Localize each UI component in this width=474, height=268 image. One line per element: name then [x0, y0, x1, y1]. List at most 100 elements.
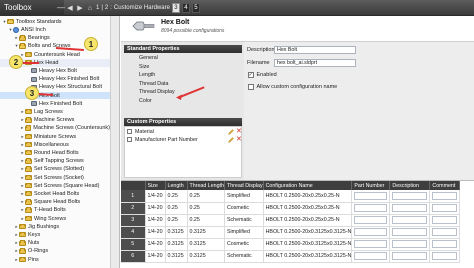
table-row[interactable]: 5 1/4-20 0.3125 0.3125 Cosmetic HBOLT 0.2500-…: [121, 238, 461, 251]
allow-custom-checkbox[interactable]: [248, 84, 254, 90]
tree-item[interactable]: Heavy Hex Finished Bolt: [0, 75, 110, 83]
table-cell-editable[interactable]: [351, 238, 391, 251]
table-cell-editable[interactable]: [351, 190, 391, 203]
table-cell-input[interactable]: [354, 240, 388, 248]
table-cell-input[interactable]: [432, 216, 458, 224]
table-cell-input[interactable]: [432, 204, 458, 212]
table-cell-editable[interactable]: [429, 250, 461, 263]
table-cell-input[interactable]: [432, 228, 458, 236]
standard-property-item[interactable]: Color: [124, 98, 242, 105]
standard-property-item[interactable]: General: [124, 55, 242, 62]
table-column-header[interactable]: Configuration Name: [263, 181, 353, 190]
table-cell-editable[interactable]: [351, 250, 391, 263]
table-cell-editable[interactable]: [389, 190, 431, 203]
table-cell-input[interactable]: [392, 228, 428, 236]
table-cell-editable[interactable]: [429, 202, 461, 215]
table-cell-input[interactable]: [354, 204, 388, 212]
custom-property-item[interactable]: Material ✕: [124, 128, 242, 135]
tree-item[interactable]: ▸ Set Screws (Socket): [0, 174, 110, 182]
table-cell-input[interactable]: [392, 204, 428, 212]
tree-item[interactable]: ▸ Machine Screws: [0, 116, 110, 124]
tree-item[interactable]: ▸ Self Tapping Screws: [0, 157, 110, 165]
tree-item[interactable]: ▾ ANSI Inch: [0, 26, 110, 34]
table-cell-input[interactable]: [354, 191, 388, 200]
expand-arrow-icon[interactable]: ▸: [20, 125, 25, 131]
breadcrumb-step-2[interactable]: 2: [105, 5, 108, 11]
enabled-checkbox[interactable]: ✓: [248, 72, 254, 78]
home-icon[interactable]: ⌂: [86, 3, 94, 13]
standard-property-item[interactable]: Length: [124, 72, 242, 79]
delete-icon[interactable]: ✕: [236, 128, 242, 135]
table-cell-input[interactable]: [392, 240, 428, 248]
table-cell-editable[interactable]: [351, 214, 391, 227]
edit-pencil-icon[interactable]: [228, 136, 234, 143]
table-column-header[interactable]: Description: [389, 181, 431, 190]
row-number[interactable]: 1: [121, 190, 146, 203]
tree-item[interactable]: ▸ Set Screws (Square Head): [0, 182, 110, 190]
tree-item[interactable]: ▸ Socket Head Bolts: [0, 190, 110, 198]
table-cell-input[interactable]: [354, 252, 388, 260]
edit-pencil-icon[interactable]: [228, 128, 234, 135]
tree-item[interactable]: ▸ Machine Screws (Countersunk): [0, 125, 110, 133]
table-cell-input[interactable]: [392, 216, 428, 224]
table-row[interactable]: 2 1/4-20 0.25 0.25 Cosmetic HBOLT 0.2500-20x0…: [121, 202, 461, 215]
table-cell-editable[interactable]: [429, 238, 461, 251]
table-cell-input[interactable]: [354, 228, 388, 236]
custom-property-checkbox[interactable]: [127, 129, 132, 134]
row-number[interactable]: 6: [121, 250, 146, 263]
table-cell-editable[interactable]: [389, 226, 431, 239]
table-cell-input[interactable]: [432, 252, 458, 260]
table-cell-editable[interactable]: [429, 226, 461, 239]
filename-input[interactable]: hex bolt_ai.sldprt: [274, 59, 356, 67]
breadcrumb-step-1[interactable]: 1: [96, 5, 99, 11]
description-input[interactable]: Hex Bolt: [274, 46, 356, 54]
back-icon[interactable]: ◀: [66, 3, 74, 13]
tree-item[interactable]: Heavy Hex Structural Bolt: [0, 84, 110, 92]
table-cell-editable[interactable]: [389, 214, 431, 227]
table-column-header[interactable]: Length: [165, 181, 188, 190]
breadcrumb-step-5[interactable]: 5: [191, 3, 200, 13]
table-cell-editable[interactable]: [389, 202, 431, 215]
table-column-header[interactable]: Part Number: [351, 181, 391, 190]
table-column-header[interactable]: [121, 181, 146, 190]
tree-item[interactable]: ▸ Nuts: [0, 239, 110, 247]
custom-property-item[interactable]: Manufacturer Part Number ✕: [124, 136, 242, 143]
table-column-header[interactable]: Thread Display: [224, 181, 264, 190]
table-column-header[interactable]: Size: [145, 181, 166, 190]
custom-property-checkbox[interactable]: [127, 137, 132, 142]
table-cell-input[interactable]: [432, 191, 458, 200]
table-cell-input[interactable]: [432, 240, 458, 248]
tree-item[interactable]: ▸ O-Rings: [0, 248, 110, 256]
breadcrumb-step-3[interactable]: 3: [171, 3, 180, 13]
breadcrumb-step-4[interactable]: 4: [181, 3, 190, 13]
table-cell-editable[interactable]: [429, 190, 461, 203]
allow-custom-checkbox-row[interactable]: Allow custom configuration name: [248, 84, 337, 90]
row-number[interactable]: 5: [121, 238, 146, 251]
forward-icon[interactable]: ▶: [76, 3, 84, 13]
collapse-icon[interactable]: —: [57, 0, 65, 16]
table-cell-editable[interactable]: [429, 214, 461, 227]
tree-item[interactable]: Hex Finished Bolt: [0, 100, 110, 108]
tree-item[interactable]: ▸ Keys: [0, 231, 110, 239]
tree-item[interactable]: ▸ Miniature Screws: [0, 133, 110, 141]
table-cell-editable[interactable]: [351, 202, 391, 215]
table-row[interactable]: 1 1/4-20 0.25 0.25 Simplified HBOLT 0.2500-20…: [121, 190, 461, 203]
table-row[interactable]: 4 1/4-20 0.3125 0.3125 Simplified HBOLT 0.250…: [121, 226, 461, 239]
table-cell-editable[interactable]: [389, 238, 431, 251]
tree-item[interactable]: ▸ T-Head Bolts: [0, 207, 110, 215]
tree-item[interactable]: ▸ Wing Screws: [0, 215, 110, 223]
row-number[interactable]: 3: [121, 214, 146, 227]
tree-item[interactable]: ▸ Set Screws (Slotted): [0, 166, 110, 174]
table-cell-input[interactable]: [392, 191, 428, 200]
table-row[interactable]: 3 1/4-20 0.25 0.25 Schematic HBOLT 0.2500-20x…: [121, 214, 461, 227]
row-number[interactable]: 4: [121, 226, 146, 239]
tree-item[interactable]: ▸ Pins: [0, 256, 110, 264]
table-row[interactable]: 6 1/4-20 0.3125 0.3125 Schematic HBOLT 0.2500…: [121, 250, 461, 263]
table-column-header[interactable]: Thread Length: [187, 181, 225, 190]
tree-item[interactable]: Hex Bolt: [0, 91, 110, 100]
table-cell-editable[interactable]: [389, 250, 431, 263]
table-cell-input[interactable]: [354, 216, 388, 224]
enabled-checkbox-row[interactable]: ✓ Enabled: [248, 72, 277, 78]
standard-property-item[interactable]: Thread Data: [124, 81, 242, 88]
row-number[interactable]: 2: [121, 202, 146, 215]
